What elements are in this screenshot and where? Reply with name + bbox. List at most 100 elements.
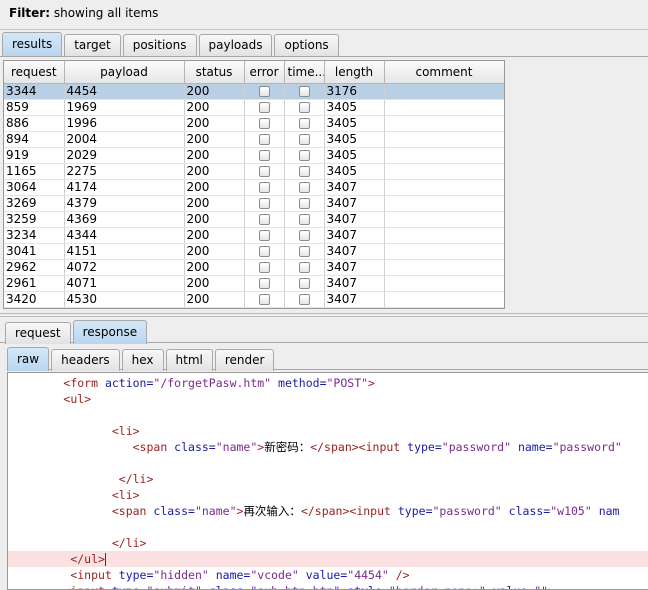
table-row[interactable]: 3344 4454 200 3176	[4, 83, 504, 100]
cell-comment[interactable]	[384, 131, 504, 148]
timeout-checkbox[interactable]	[298, 134, 310, 145]
cell-payload: 4369	[64, 211, 185, 228]
column-header-request[interactable]: request	[4, 61, 65, 84]
cell-comment[interactable]	[384, 83, 504, 100]
pane-splitter[interactable]	[0, 313, 648, 317]
cell-length: 3405	[324, 163, 385, 180]
table-row[interactable]: 919 2029 200 3405	[4, 147, 504, 164]
timeout-checkbox[interactable]	[298, 118, 310, 129]
cell-comment[interactable]	[384, 227, 504, 244]
code-token: style=	[340, 584, 389, 589]
table-row[interactable]: 2962 4072 200 3407	[4, 259, 504, 276]
error-checkbox[interactable]	[258, 262, 270, 273]
table-row[interactable]: 3259 4369 200 3407	[4, 211, 504, 228]
tab-positions[interactable]: positions	[122, 34, 197, 56]
timeout-checkbox[interactable]	[298, 262, 310, 273]
column-header-comment[interactable]: comment	[384, 61, 504, 84]
table-row[interactable]: 3064 4174 200 3407	[4, 179, 504, 196]
table-row[interactable]: 3234 4344 200 3407	[4, 227, 504, 244]
column-header-payload[interactable]: payload	[64, 61, 185, 84]
timeout-checkbox[interactable]	[298, 214, 310, 225]
cell-status: 200	[184, 195, 245, 212]
cell-comment[interactable]	[384, 195, 504, 212]
tab-target[interactable]: target	[64, 34, 121, 56]
error-checkbox[interactable]	[258, 198, 270, 209]
code-token: value=	[298, 568, 348, 582]
cell-request: 1165	[4, 163, 65, 180]
table-row[interactable]: 2961 4071 200 3407	[4, 275, 504, 292]
error-checkbox[interactable]	[258, 246, 270, 257]
error-checkbox[interactable]	[258, 134, 270, 145]
table-row[interactable]: 3420 4530 200 3407	[4, 291, 504, 308]
code-line: <ul>	[8, 391, 648, 407]
timeout-checkbox[interactable]	[298, 294, 310, 305]
tab-payloads[interactable]: payloads	[198, 34, 273, 56]
error-checkbox[interactable]	[258, 214, 270, 225]
timeout-checkbox[interactable]	[298, 246, 310, 257]
column-header-length[interactable]: length	[324, 61, 385, 84]
cell-timeout	[284, 291, 325, 308]
error-checkbox[interactable]	[258, 166, 270, 177]
cell-comment[interactable]	[384, 179, 504, 196]
cell-comment[interactable]	[384, 147, 504, 164]
cell-status: 200	[184, 147, 245, 164]
cell-length: 3407	[324, 259, 385, 276]
view-tab-raw[interactable]: raw	[7, 347, 50, 371]
filter-bar[interactable]: Filter: showing all items	[0, 0, 648, 30]
cell-comment[interactable]	[384, 243, 504, 260]
timeout-checkbox[interactable]	[298, 278, 310, 289]
cell-request: 3064	[4, 179, 65, 196]
cell-comment[interactable]	[384, 275, 504, 292]
cell-payload: 2275	[64, 163, 185, 180]
view-tab-hex[interactable]: hex	[121, 349, 164, 371]
code-token: value=	[486, 584, 535, 589]
timeout-checkbox[interactable]	[298, 86, 310, 97]
results-table-container[interactable]: request payload status error time... length co…	[3, 60, 505, 309]
cell-comment[interactable]	[384, 211, 504, 228]
timeout-checkbox[interactable]	[298, 102, 310, 113]
column-header-error[interactable]: error	[244, 61, 285, 84]
view-tab-html[interactable]: html	[165, 349, 213, 371]
cell-error	[244, 99, 285, 116]
table-row[interactable]: 859 1969 200 3405	[4, 99, 504, 116]
error-checkbox[interactable]	[258, 294, 270, 305]
tab-options[interactable]: options	[274, 34, 339, 56]
cell-comment[interactable]	[384, 163, 504, 180]
cell-comment[interactable]	[384, 259, 504, 276]
table-row[interactable]: 3041 4151 200 3407	[4, 243, 504, 260]
table-row[interactable]: 894 2004 200 3405	[4, 131, 504, 148]
code-token: </span><input	[310, 440, 408, 454]
error-checkbox[interactable]	[258, 150, 270, 161]
table-row[interactable]: 1165 2275 200 3405	[4, 163, 504, 180]
timeout-checkbox[interactable]	[298, 166, 310, 177]
tab-request[interactable]: request	[5, 322, 71, 344]
error-checkbox[interactable]	[258, 118, 270, 129]
cell-error	[244, 275, 285, 292]
cell-comment[interactable]	[384, 291, 504, 308]
error-checkbox[interactable]	[258, 230, 270, 241]
main-tab-divider	[0, 56, 648, 57]
cell-comment[interactable]	[384, 115, 504, 132]
error-checkbox[interactable]	[258, 86, 270, 97]
response-editor[interactable]: <form action="/forgetPasw.htm" method="P…	[7, 372, 648, 590]
code-token: >	[548, 584, 555, 589]
error-checkbox[interactable]	[258, 182, 270, 193]
cell-error	[244, 131, 285, 148]
timeout-checkbox[interactable]	[298, 150, 310, 161]
column-header-time[interactable]: time...	[284, 61, 325, 84]
timeout-checkbox[interactable]	[298, 198, 310, 209]
tab-response[interactable]: response	[72, 320, 148, 344]
view-tab-render[interactable]: render	[214, 349, 275, 371]
timeout-checkbox[interactable]	[298, 230, 310, 241]
timeout-checkbox[interactable]	[298, 182, 310, 193]
table-row[interactable]: 3269 4379 200 3407	[4, 195, 504, 212]
error-checkbox[interactable]	[258, 278, 270, 289]
table-row[interactable]: 886 1996 200 3405	[4, 115, 504, 132]
column-header-status[interactable]: status	[184, 61, 245, 84]
error-checkbox[interactable]	[258, 102, 270, 113]
cell-length: 3405	[324, 99, 385, 116]
cell-comment[interactable]	[384, 99, 504, 116]
view-tab-headers[interactable]: headers	[51, 349, 120, 371]
tab-results[interactable]: results	[2, 32, 63, 56]
